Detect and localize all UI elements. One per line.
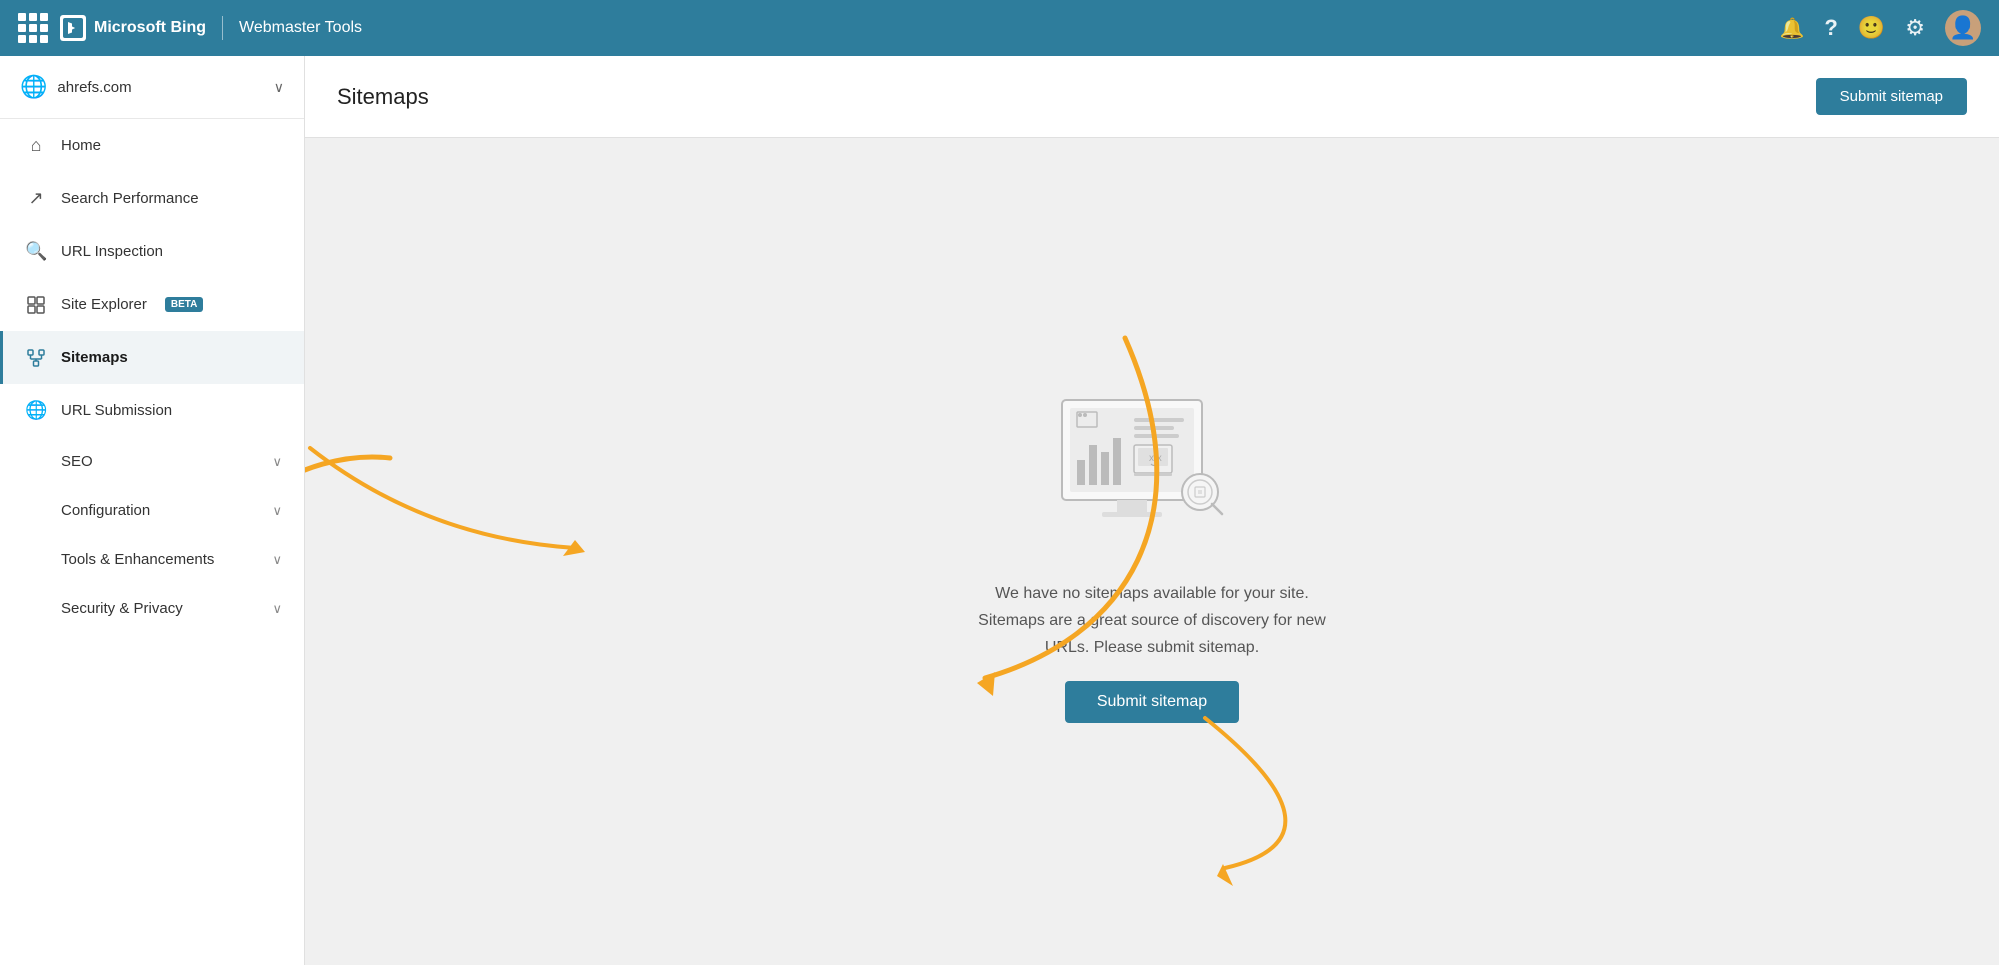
sidebar-item-sitemaps[interactable]: Sitemaps <box>0 331 304 384</box>
url-search-icon: 🔍 <box>25 241 47 262</box>
sitemaps-icon <box>25 347 47 368</box>
site-chevron-icon: ∨ <box>274 79 284 96</box>
seo-chevron-icon: ∨ <box>272 454 282 470</box>
submit-sitemap-button-center[interactable]: Submit sitemap <box>1065 681 1239 723</box>
user-avatar[interactable]: 👤 <box>1945 10 1981 46</box>
tools-chevron-icon: ∨ <box>272 552 282 568</box>
sidebar-item-home-label: Home <box>61 137 101 154</box>
sidebar-item-home[interactable]: ⌂ Home <box>0 119 304 172</box>
sidebar-item-sitemaps-label: Sitemaps <box>61 349 128 366</box>
svg-text:x x: x x <box>1149 453 1162 464</box>
url-submission-icon: 🌐 <box>25 400 47 421</box>
empty-state-illustration: x x <box>1042 380 1262 560</box>
top-navigation: Microsoft Bing Webmaster Tools 🔔 ? 🙂 ⚙ 👤 <box>0 0 1999 56</box>
seo-label: SEO <box>61 453 258 470</box>
sidebar-item-site-explorer-label: Site Explorer <box>61 296 147 313</box>
submit-sitemap-button-header[interactable]: Submit sitemap <box>1816 78 1967 115</box>
sidebar-item-tools-enhancements[interactable]: Tools & Enhancements ∨ <box>0 535 304 584</box>
product-title: Webmaster Tools <box>239 19 362 37</box>
bell-icon[interactable]: 🔔 <box>1780 16 1805 41</box>
brand-logo: Microsoft Bing <box>60 15 206 41</box>
sidebar-item-search-performance[interactable]: ↗ Search Performance <box>0 172 304 225</box>
site-globe-icon: 🌐 <box>20 74 47 100</box>
trending-up-icon: ↗ <box>25 188 47 209</box>
tools-enhancements-label: Tools & Enhancements <box>61 551 258 568</box>
site-selector[interactable]: 🌐 ahrefs.com ∨ <box>0 56 304 119</box>
sidebar-item-search-performance-label: Search Performance <box>61 190 199 207</box>
main-body: x x We have no sitemaps available for yo… <box>305 138 1999 965</box>
sidebar-item-url-submission[interactable]: 🌐 URL Submission <box>0 384 304 437</box>
apps-grid-icon[interactable] <box>18 13 48 43</box>
nav-divider <box>222 16 223 40</box>
home-icon: ⌂ <box>25 135 47 156</box>
page-title: Sitemaps <box>337 84 429 110</box>
main-content: Sitemaps Submit sitemap <box>305 56 1999 965</box>
sidebar-item-configuration[interactable]: Configuration ∨ <box>0 486 304 535</box>
sidebar-item-seo[interactable]: SEO ∨ <box>0 437 304 486</box>
site-name: ahrefs.com <box>57 79 263 96</box>
topnav-left: Microsoft Bing Webmaster Tools <box>18 13 362 43</box>
page-header: Sitemaps Submit sitemap <box>305 56 1999 138</box>
help-icon[interactable]: ? <box>1824 15 1837 41</box>
bing-logo-icon <box>60 15 86 41</box>
feedback-icon[interactable]: 🙂 <box>1858 15 1885 41</box>
security-chevron-icon: ∨ <box>272 601 282 617</box>
configuration-label: Configuration <box>61 502 258 519</box>
settings-icon[interactable]: ⚙ <box>1905 15 1925 41</box>
beta-badge: BETA <box>165 297 203 312</box>
brand-name: Microsoft Bing <box>94 19 206 37</box>
site-explorer-icon <box>25 294 47 315</box>
security-privacy-label: Security & Privacy <box>61 600 258 617</box>
sidebar-item-url-inspection[interactable]: 🔍 URL Inspection <box>0 225 304 278</box>
config-chevron-icon: ∨ <box>272 503 282 519</box>
sidebar-item-site-explorer[interactable]: Site Explorer BETA <box>0 278 304 331</box>
sidebar: 🌐 ahrefs.com ∨ ⌂ Home ↗ Search Performan… <box>0 56 305 965</box>
sidebar-item-url-submission-label: URL Submission <box>61 402 172 419</box>
topnav-right: 🔔 ? 🙂 ⚙ 👤 <box>1780 10 1982 46</box>
body-area: 🌐 ahrefs.com ∨ ⌂ Home ↗ Search Performan… <box>0 56 1999 965</box>
sidebar-item-security-privacy[interactable]: Security & Privacy ∨ <box>0 584 304 633</box>
sidebar-item-url-inspection-label: URL Inspection <box>61 243 163 260</box>
empty-state: x x We have no sitemaps available for yo… <box>962 380 1342 724</box>
empty-state-message: We have no sitemaps available for your s… <box>962 580 1342 662</box>
